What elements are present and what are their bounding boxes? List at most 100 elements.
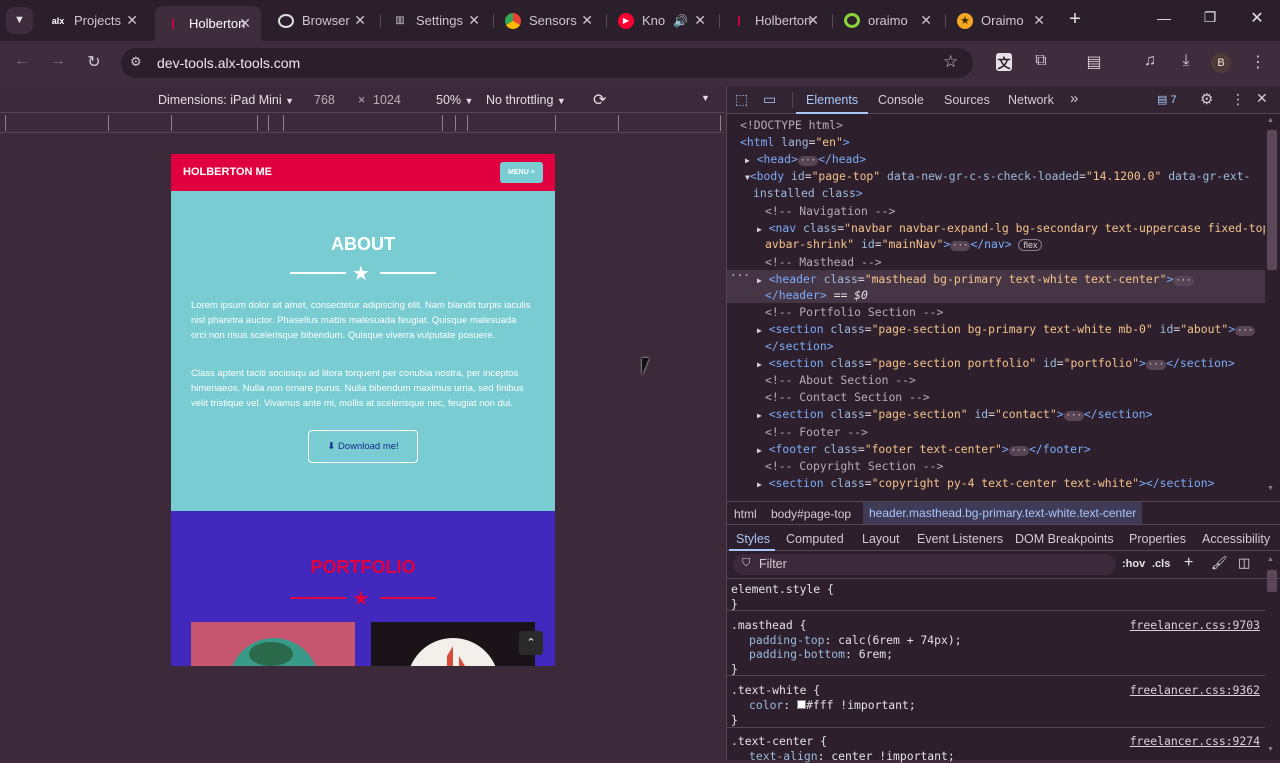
dom-nav[interactable]: ▶ <nav class="navbar navbar-expand-lg bg… [757,221,1265,235]
dom-section-contact[interactable]: ▶ <section class="page-section" id="cont… [757,407,1152,421]
tab-layout[interactable]: Layout [862,532,900,546]
close-icon[interactable]: ✕ [920,12,932,29]
tab-oraimo-2[interactable]: ★ Oraimo ✕ [947,6,1055,35]
issues-badge[interactable]: ▤ 7 [1157,93,1177,106]
dom-header-selected[interactable]: ▶ <header class="masthead bg-primary tex… [757,272,1194,286]
tab-sensors[interactable]: Sensors ✕ [495,6,603,35]
source-link[interactable]: freelancer.css:9703 [1130,618,1260,632]
reading-list-icon[interactable]: ▤ [1082,52,1106,72]
reload-button[interactable]: ↻ [82,52,106,72]
source-link[interactable]: freelancer.css:9274 [1130,734,1260,748]
media-query-ruler[interactable] [0,113,725,133]
close-icon[interactable]: ✕ [354,12,366,29]
close-devtools-icon[interactable]: ✕ [1256,90,1268,107]
dom-comment[interactable]: <!-- Footer --> [765,425,868,439]
breadcrumb-body[interactable]: body#page-top [771,507,851,521]
restore-button[interactable]: ❐ [1198,9,1222,29]
download-icon[interactable]: ⤓ [1174,52,1198,70]
styles-scrollbar[interactable] [1267,570,1277,592]
close-icon[interactable]: ✕ [468,12,480,29]
tab-projects[interactable]: alx Projects ✕ [40,6,148,35]
throttling-dropdown[interactable]: No throttling ▼ [486,93,566,107]
scroll-up-arrow-icon[interactable]: ▲ [1267,556,1274,563]
zoom-dropdown[interactable]: 50% ▼ [436,93,473,107]
tab-properties[interactable]: Properties [1129,532,1186,546]
close-icon[interactable]: ✕ [239,15,251,32]
dom-comment[interactable]: <!-- Portfolio Section --> [765,305,943,319]
portfolio-item-cabin[interactable] [191,622,355,666]
tab-dom-breakpoints[interactable]: DOM Breakpoints [1015,532,1114,546]
profile-avatar[interactable]: B [1211,53,1231,73]
dom-tree[interactable]: <!DOCTYPE html> <html lang="en"> ▶ <head… [727,115,1265,500]
settings-gear-icon[interactable]: ⚙ [1200,90,1213,108]
dom-comment[interactable]: <!-- Navigation --> [765,204,895,218]
close-icon[interactable]: ✕ [581,12,593,29]
menu-button[interactable]: MENU ≡ [500,162,543,183]
tab-kno[interactable]: ▶ Kno 🔊 ✕ [608,6,716,35]
new-tab-button[interactable]: + [1064,8,1086,30]
site-info-icon[interactable]: ⚙ [130,54,142,70]
dom-html[interactable]: <html lang="en"> [740,135,850,149]
tab-network[interactable]: Network [1008,93,1054,107]
close-icon[interactable]: ✕ [126,12,138,29]
dom-comment[interactable]: <!-- Masthead --> [765,255,882,269]
translate-extension-icon[interactable]: 文 [996,53,1012,71]
width-input[interactable]: 768 [314,93,335,107]
tab-computed[interactable]: Computed [786,532,844,546]
dom-scrollbar[interactable] [1267,130,1277,270]
inspect-element-icon[interactable]: ⬚ [735,91,748,108]
speaker-icon[interactable]: 🔊 [673,14,688,28]
rule-masthead[interactable]: .masthead { freelancer.css:9703 padding-… [727,612,1265,676]
dom-comment[interactable]: <!-- Copyright Section --> [765,459,943,473]
cls-toggle[interactable]: .cls [1152,558,1170,570]
bookmark-star-icon[interactable]: ☆ [943,52,958,72]
tab-holberton-2[interactable]: ǀ Holberton ✕ [721,6,829,35]
back-button[interactable]: ← [10,52,34,70]
address-bar[interactable]: ⚙ dev-tools.alx-tools.com ☆ [121,48,973,78]
chrome-menu-icon[interactable]: ⋮ [1246,52,1270,72]
rule-text-center[interactable]: .text-center { freelancer.css:9274 text-… [727,729,1265,763]
dom-section-about[interactable]: ▶ <section class="page-section bg-primar… [757,322,1256,336]
tab-browser[interactable]: Browser ✕ [268,6,376,35]
forward-button[interactable]: → [46,52,70,70]
dom-body[interactable]: ▼<body id="page-top" data-new-gr-c-s-che… [745,169,1250,183]
height-input[interactable]: 1024 [373,93,401,107]
dom-footer[interactable]: ▶ <footer class="footer text-center"> ···… [757,442,1091,456]
filter-input[interactable]: ⛉ Filter [733,554,1116,575]
tab-holberton-active[interactable]: ǀ Holberton ✕ [155,6,261,41]
tab-oraimo[interactable]: oraimo ✕ [834,6,942,35]
breadcrumb-header[interactable]: header.masthead.bg-primary.text-white.te… [863,502,1143,524]
tab-console[interactable]: Console [878,93,924,107]
rotate-icon[interactable]: ⟳ [593,90,606,110]
dom-doctype[interactable]: <!DOCTYPE html> [740,118,843,132]
close-icon[interactable]: ✕ [807,12,819,29]
scroll-top-button[interactable]: ⌃ [519,631,543,655]
tab-sources[interactable]: Sources [944,93,990,107]
flex-badge[interactable]: flex [1018,239,1043,251]
dom-head[interactable]: ▶ <head> ··· </head> [745,152,866,166]
dom-section-portfolio[interactable]: ▶ <section class="page-section portfolio… [757,356,1235,370]
dimensions-dropdown[interactable]: Dimensions: iPad Mini ▼ [158,93,294,107]
color-swatch[interactable] [797,700,807,709]
portfolio-item-circus[interactable] [371,622,535,666]
dom-comment[interactable]: <!-- Contact Section --> [765,390,930,404]
add-rule-icon[interactable]: + [1184,554,1193,572]
tab-styles[interactable]: Styles [736,532,770,546]
scroll-up-arrow-icon[interactable]: ▲ [1267,117,1274,124]
media-controls-icon[interactable]: ♫ [1138,52,1162,70]
scroll-down-arrow-icon[interactable]: ▼ [1267,485,1274,492]
site-brand[interactable]: HOLBERTON ME [183,166,272,178]
breadcrumb-html[interactable]: html [734,507,757,521]
extensions-puzzle-icon[interactable]: ⧉ [1029,52,1053,70]
rule-element-style[interactable]: element.style { } [727,580,1265,611]
url-text[interactable]: dev-tools.alx-tools.com [157,55,300,71]
device-toggle-icon[interactable]: ▭ [763,91,776,108]
sidebar-toggle-icon[interactable]: ◫ [1238,555,1250,571]
hov-toggle[interactable]: :hov [1122,558,1145,570]
paint-brush-icon[interactable]: 🖌 [1211,555,1228,571]
source-link[interactable]: freelancer.css:9362 [1130,683,1260,697]
more-options-caret-icon[interactable]: ▼ [701,93,710,103]
download-button[interactable]: ⬇ Download me! [308,430,418,463]
close-window-button[interactable]: ✕ [1245,8,1269,28]
scroll-down-arrow-icon[interactable]: ▼ [1267,746,1274,753]
